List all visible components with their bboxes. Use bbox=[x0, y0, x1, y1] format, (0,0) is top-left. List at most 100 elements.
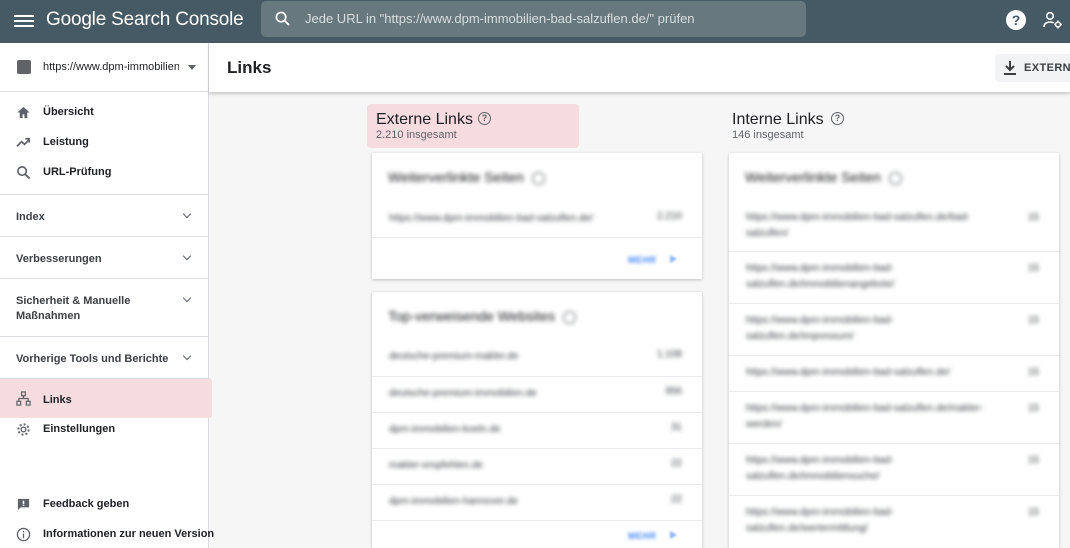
row-count: 956 bbox=[665, 386, 682, 397]
section-label: Sicherheit & Manuelle Maßnahmen bbox=[16, 295, 131, 322]
property-url: https://www.dpm-immobilien ... bbox=[43, 61, 179, 73]
table-row[interactable]: makler-empfehlen.de 22 bbox=[372, 448, 702, 484]
sidebar-section-enhancements[interactable]: Verbesserungen bbox=[0, 236, 208, 278]
property-selector[interactable]: https://www.dpm-immobilien ... bbox=[0, 43, 208, 92]
row-url: dpm-immobilien-koeln.de bbox=[389, 424, 501, 435]
more-link[interactable]: MEHR bbox=[628, 255, 657, 265]
help-outline-icon bbox=[531, 171, 545, 185]
row-url: deutsche-premium-immobilien.de bbox=[389, 388, 537, 399]
internal-links-header: Interne Links ? 146 insgesamt bbox=[723, 104, 923, 148]
table-row[interactable]: dpm-immobilien-hannover.de 22 bbox=[372, 484, 702, 520]
table-row[interactable]: dpm-immobilien-koeln.de 31 bbox=[372, 412, 702, 448]
section-label: Verbesserungen bbox=[16, 253, 102, 265]
more-link[interactable]: MEHR bbox=[628, 531, 657, 541]
card-title: Top-verweisende Websites bbox=[388, 308, 577, 324]
row-url: dpm-immobilien-hannover.de bbox=[389, 496, 518, 507]
row-count: 15 bbox=[1027, 455, 1039, 466]
help-outline-icon[interactable]: ? bbox=[831, 112, 844, 125]
help-outline-icon bbox=[888, 171, 902, 185]
chevron-down-icon bbox=[182, 293, 192, 303]
section-label: Vorherige Tools und Berichte bbox=[16, 353, 169, 365]
table-row[interactable]: deutsche-premium-immobilien.de 956 bbox=[372, 376, 702, 412]
arrow-right-icon[interactable] bbox=[670, 531, 677, 539]
row-count: 15 bbox=[1027, 403, 1039, 414]
export-button-label: EXTERNE bbox=[1024, 62, 1070, 74]
account-settings-icon[interactable] bbox=[1043, 10, 1063, 30]
sidebar-item-label: Links bbox=[43, 394, 72, 406]
row-count: 22 bbox=[670, 494, 682, 505]
table-row[interactable]: https://www.dpm-immobilien-bad-salzuflen… bbox=[729, 495, 1059, 548]
external-links-title: Externe Links bbox=[376, 111, 473, 128]
page-header: Links EXTERNE bbox=[209, 43, 1070, 92]
sidebar-item-url-inspection[interactable]: URL-Prüfung bbox=[0, 158, 208, 188]
url-inspection-search[interactable]: Jede URL in "https://www.dpm-immobilien-… bbox=[261, 1, 806, 37]
row-url: https://www.dpm-immobilien-bad-salzuflen… bbox=[746, 403, 984, 430]
table-row[interactable]: https://www.dpm-immobilien-bad-salzuflen… bbox=[729, 391, 1059, 443]
table-row[interactable]: https://www.dpm-immobilien-bad-salzuflen… bbox=[729, 443, 1059, 495]
row-count: 15 bbox=[1027, 212, 1039, 223]
sidebar-section-legacy-tools[interactable]: Vorherige Tools und Berichte bbox=[0, 336, 208, 378]
row-url: https://www.dpm-immobilien-bad-salzuflen… bbox=[746, 315, 894, 342]
row-count: 15 bbox=[1027, 315, 1039, 326]
row-count: 31 bbox=[670, 422, 682, 433]
table-row[interactable]: https://www.dpm-immobilien-bad-salzuflen… bbox=[729, 202, 1059, 251]
sidebar-item-label: Übersicht bbox=[43, 106, 94, 118]
external-linked-pages-card: Weiterverlinkte Seiten https://www.dpm-i… bbox=[372, 153, 702, 279]
search-input[interactable]: Jede URL in "https://www.dpm-immobilien-… bbox=[305, 11, 695, 26]
help-icon[interactable]: ? bbox=[1006, 10, 1026, 30]
top-app-bar: Google Search Console Jede URL in "https… bbox=[0, 0, 1070, 43]
row-url: https://www.dpm-immobilien-bad-salzuflen… bbox=[746, 507, 894, 534]
card-title: Weiterverlinkte Seiten bbox=[388, 169, 545, 185]
help-outline-icon[interactable]: ? bbox=[478, 112, 491, 125]
section-label: Index bbox=[16, 211, 45, 223]
app-logo[interactable]: Google Search Console bbox=[46, 9, 244, 31]
sidebar-item-label: URL-Prüfung bbox=[43, 166, 112, 178]
sidebar-item-label: Feedback geben bbox=[43, 498, 130, 510]
table-row[interactable]: https://www.dpm-immobilien-bad-salzuflen… bbox=[729, 303, 1059, 355]
row-url: https://www.dpm-immobilien-bad-salzuflen… bbox=[746, 212, 970, 239]
sidebar-item-overview[interactable]: Übersicht bbox=[0, 98, 208, 128]
home-icon bbox=[17, 106, 30, 119]
external-links-header: Externe Links ? 2.210 insgesamt bbox=[367, 104, 579, 148]
arrow-right-icon[interactable] bbox=[670, 255, 677, 263]
sidebar-item-label: Einstellungen bbox=[43, 423, 116, 435]
info-icon bbox=[16, 527, 31, 542]
chevron-down-icon bbox=[182, 351, 192, 361]
download-icon bbox=[1004, 61, 1016, 75]
sidebar-item-new-version-info[interactable]: Informationen zur neuen Version bbox=[0, 520, 214, 548]
row-count: 1.108 bbox=[656, 349, 682, 360]
row-url: https://www.dpm-immobilien-bad-salzuflen… bbox=[746, 455, 894, 482]
row-url: deutsche-premium-makler.de bbox=[389, 351, 519, 362]
row-count: 22 bbox=[670, 458, 682, 469]
sidebar-item-feedback[interactable]: Feedback geben bbox=[0, 490, 208, 520]
row-url: https://www.dpm-immobilien-bad-salzuflen… bbox=[746, 263, 895, 290]
card-footer: MEHR bbox=[372, 520, 702, 548]
sidebar-section-security[interactable]: Sicherheit & Manuelle Maßnahmen bbox=[0, 278, 208, 336]
export-external-links-button[interactable]: EXTERNE bbox=[995, 54, 1070, 82]
sidebar-item-label: Leistung bbox=[43, 136, 89, 148]
sidebar-item-links[interactable]: Links bbox=[0, 378, 212, 418]
row-count: 15 bbox=[1027, 507, 1039, 518]
internal-links-title: Interne Links bbox=[732, 111, 824, 128]
table-row[interactable]: https://www.dpm-immobilien-bad-salzuflen… bbox=[372, 202, 702, 237]
table-row[interactable]: deutsche-premium-makler.de 1.108 bbox=[372, 340, 702, 376]
row-count: 2.210 bbox=[656, 211, 682, 222]
sidebar-item-settings[interactable]: Einstellungen bbox=[0, 415, 208, 445]
site-favicon-icon bbox=[17, 60, 31, 74]
search-icon bbox=[17, 166, 31, 180]
gear-icon bbox=[17, 423, 30, 436]
sitemap-icon bbox=[16, 391, 31, 406]
row-url: makler-empfehlen.de bbox=[389, 460, 483, 471]
dropdown-caret-icon bbox=[188, 65, 196, 70]
table-row[interactable]: https://www.dpm-immobilien-bad-salzuflen… bbox=[729, 251, 1059, 303]
table-row[interactable]: https://www.dpm-immobilien-bad-salzuflen… bbox=[729, 355, 1059, 391]
internal-links-total: 146 insgesamt bbox=[732, 129, 804, 141]
chevron-down-icon bbox=[182, 209, 192, 219]
sidebar-section-index[interactable]: Index bbox=[0, 194, 208, 236]
external-top-linking-sites-card: Top-verweisende Websites deutsche-premiu… bbox=[372, 292, 702, 548]
internal-linked-pages-card: Weiterverlinkte Seiten https://www.dpm-i… bbox=[729, 153, 1059, 548]
menu-icon[interactable] bbox=[14, 12, 34, 30]
feedback-icon bbox=[17, 498, 30, 511]
sidebar-item-performance[interactable]: Leistung bbox=[0, 128, 208, 158]
row-count: 15 bbox=[1027, 367, 1039, 378]
